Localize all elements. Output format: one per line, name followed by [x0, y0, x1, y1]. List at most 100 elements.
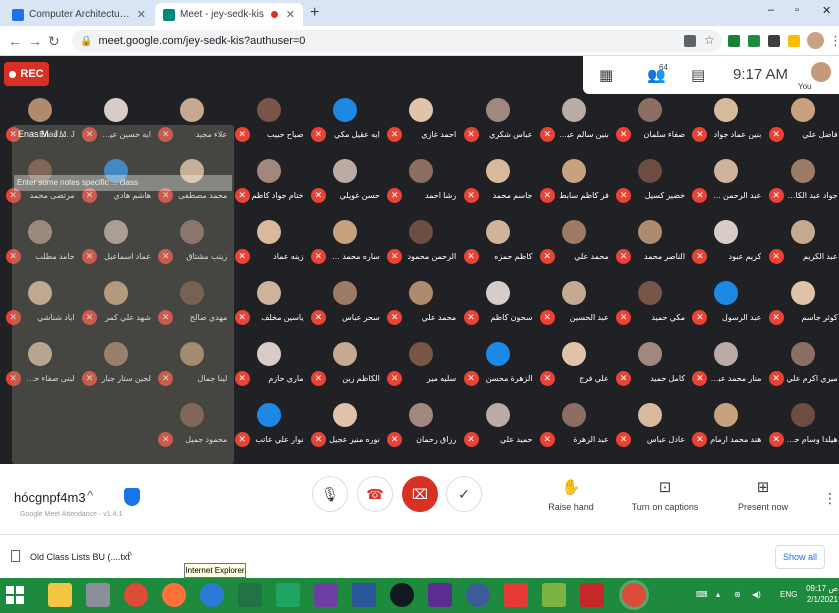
participant-tile[interactable]: ✕ سحر عباس	[304, 277, 380, 330]
raise-hand-button[interactable]: ✋ Raise hand	[531, 478, 611, 512]
participant-tile[interactable]: ✕ صفاء سلمان	[610, 94, 686, 147]
participant-tile[interactable]: ✕ الرحمن محمود	[381, 216, 457, 269]
url-input[interactable]: 🔒 meet.google.com/jey-sedk-kis?authuser=…	[72, 30, 722, 52]
participant-tile[interactable]: ✕منار محمد عبدالله	[686, 338, 762, 391]
participant-tile[interactable]: ✕ صباح حبيب	[228, 94, 304, 147]
participant-tile[interactable]: ✕ زينه عماد	[228, 216, 304, 269]
participant-tile[interactable]: ✕ الناصر محمد	[610, 216, 686, 269]
show-all-button[interactable]: Show all	[775, 545, 825, 569]
grid-layout-icon[interactable]: ▦	[599, 66, 613, 84]
tab-meet[interactable]: Meet - jey-sedk-kis ✕	[155, 3, 303, 26]
participant-tile[interactable]: ✕ احمد غازي	[381, 94, 457, 147]
participant-tile[interactable]: ✕ كريم عبود	[686, 216, 762, 269]
participant-tile[interactable]: ✕ عبد الحسين	[533, 277, 609, 330]
participant-tile[interactable]: ✕ خضير كسيل	[610, 155, 686, 208]
keyboard-icon[interactable]: ⌨	[696, 590, 708, 599]
calculator-icon[interactable]	[86, 583, 110, 607]
attendance-check-button[interactable]: ✓	[446, 476, 482, 512]
chevron-up-icon[interactable]: ^	[87, 488, 93, 503]
participant-tile[interactable]: ✕ كاظم حمزه	[457, 216, 533, 269]
teams-icon[interactable]	[428, 583, 452, 607]
participant-tile[interactable]: ✕ الكاظم زين	[304, 338, 380, 391]
shield-icon[interactable]	[124, 488, 140, 506]
participant-tile[interactable]: ✕ ميري اكرم علي	[762, 338, 838, 391]
participant-tile[interactable]: ✕ عباس شكري	[457, 94, 533, 147]
star-icon[interactable]: ☆	[704, 33, 716, 47]
participant-tile[interactable]: ✕ ايه عقيل مكي	[304, 94, 380, 147]
sheets-icon[interactable]	[276, 583, 300, 607]
participant-tile[interactable]: ✕ جواد عبد الكاظم	[762, 155, 838, 208]
present-now-button[interactable]: ⊞ Present now	[723, 478, 803, 512]
menu-dots-icon[interactable]: ⋮	[829, 33, 839, 49]
system-clock[interactable]: ص 09:17 2/1/2021	[804, 583, 838, 605]
attendance-extension-icon[interactable]	[788, 35, 800, 47]
participant-tile[interactable]: ✕ علي فرج	[533, 338, 609, 391]
participant-tile[interactable]: ✕ رشا احمد	[381, 155, 457, 208]
windows-start-icon[interactable]	[6, 586, 24, 604]
more-options-icon[interactable]: ⋮	[823, 490, 837, 507]
participant-tile[interactable]: ✕ عبد الزهرة	[533, 399, 609, 452]
forward-arrow-icon[interactable]: →	[28, 33, 42, 49]
media-player-icon[interactable]	[390, 583, 414, 607]
close-icon[interactable]: ✕	[137, 8, 146, 21]
language-indicator[interactable]: ENG	[780, 590, 797, 599]
pdf-reader-icon[interactable]	[580, 583, 604, 607]
participant-tile[interactable]: ✕ حسن غويلي	[304, 155, 380, 208]
captions-button[interactable]: ⊡ Turn on captions	[625, 478, 705, 512]
participant-tile[interactable]: ✕ فر كاظم سابط	[533, 155, 609, 208]
network-icon[interactable]: ⊛	[734, 590, 741, 599]
reload-icon[interactable]: ↻	[48, 33, 60, 50]
participant-tile[interactable]: ✕ كوثر جاسم	[762, 277, 838, 330]
participant-tile[interactable]: ✕ سحون كاظم	[457, 277, 533, 330]
participant-tile[interactable]: ✕ هيلدا وسام حبيب	[762, 399, 838, 452]
participant-tile[interactable]: ✕ محمد علي	[381, 277, 457, 330]
camera-off-button[interactable]: ⌧	[402, 476, 438, 512]
file-explorer-icon[interactable]	[48, 583, 72, 607]
tab-computer-architecture[interactable]: Computer Architecture Computer ✕	[4, 3, 154, 26]
puzzle-extension-icon[interactable]	[768, 35, 780, 47]
participant-tile[interactable]: ✕ عادل عباس	[610, 399, 686, 452]
participant-tile[interactable]: ✕ فاضل علي	[762, 94, 838, 147]
check-extension-icon[interactable]	[728, 35, 740, 47]
firefox-icon[interactable]	[162, 583, 186, 607]
app-checkmark-icon[interactable]	[504, 583, 528, 607]
back-arrow-icon[interactable]: ←	[8, 33, 22, 49]
chrome-icon[interactable]	[124, 583, 148, 607]
participant-tile[interactable]: ✕ الزهرة محسن	[457, 338, 533, 391]
participant-tile[interactable]: ✕ سليه مير	[381, 338, 457, 391]
participant-tile[interactable]: ✕ رزاق رحمان	[381, 399, 457, 452]
restore-button[interactable]: ▫	[795, 4, 799, 16]
profile-avatar[interactable]	[807, 32, 824, 49]
app-leaf-icon[interactable]	[542, 583, 566, 607]
app-x-icon[interactable]	[466, 583, 490, 607]
new-tab-button[interactable]: +	[310, 4, 319, 22]
participant-tile[interactable]: ✕ محمد علي	[533, 216, 609, 269]
participant-tile[interactable]: ✕ نوره منير عجيل	[304, 399, 380, 452]
onenote-icon[interactable]	[314, 583, 338, 607]
tray-overflow-icon[interactable]: ▴	[716, 590, 720, 599]
participant-tile[interactable]: ✕ نوار علي عاتب	[228, 399, 304, 452]
attendance-notes-input[interactable]: Enter some notes specific ... class	[14, 175, 232, 191]
participant-tile[interactable]: ✕ عبد الكريم	[762, 216, 838, 269]
participant-tile[interactable]: ✕ ختام جواد كاظم	[228, 155, 304, 208]
participant-tile[interactable]: ✕ ياسين مخلف	[228, 277, 304, 330]
meeting-code[interactable]: hócgnpf4m3	[14, 490, 86, 505]
participant-tile[interactable]: ✕ بنين عماد جواد	[686, 94, 762, 147]
close-icon[interactable]: ✕	[286, 8, 295, 21]
participant-tile[interactable]: ✕ كامل حميد	[610, 338, 686, 391]
sheets-extension-icon[interactable]	[748, 35, 760, 47]
participant-tile[interactable]: ✕ ماري حازم	[228, 338, 304, 391]
minimize-button[interactable]: –	[768, 4, 774, 16]
close-window-button[interactable]: ✕	[822, 4, 831, 17]
excel-icon[interactable]	[238, 583, 262, 607]
chrome-active-icon[interactable]	[622, 583, 646, 607]
attendance-extension-panel[interactable]: Enas M. J... Enter some notes specific .…	[12, 125, 234, 464]
participant-tile[interactable]: ✕ جاسم محمد	[457, 155, 533, 208]
participant-tile[interactable]: ✕ حميد علي	[457, 399, 533, 452]
participant-tile[interactable]: ✕ عبد الرسول	[686, 277, 762, 330]
leave-call-button[interactable]: ☎	[357, 476, 393, 512]
word-icon[interactable]	[352, 583, 376, 607]
participant-tile[interactable]: ✕ ساره محمد علي	[304, 216, 380, 269]
microphone-button[interactable]: 🎙	[312, 476, 348, 512]
participant-tile[interactable]: ✕ مكي حميد	[610, 277, 686, 330]
